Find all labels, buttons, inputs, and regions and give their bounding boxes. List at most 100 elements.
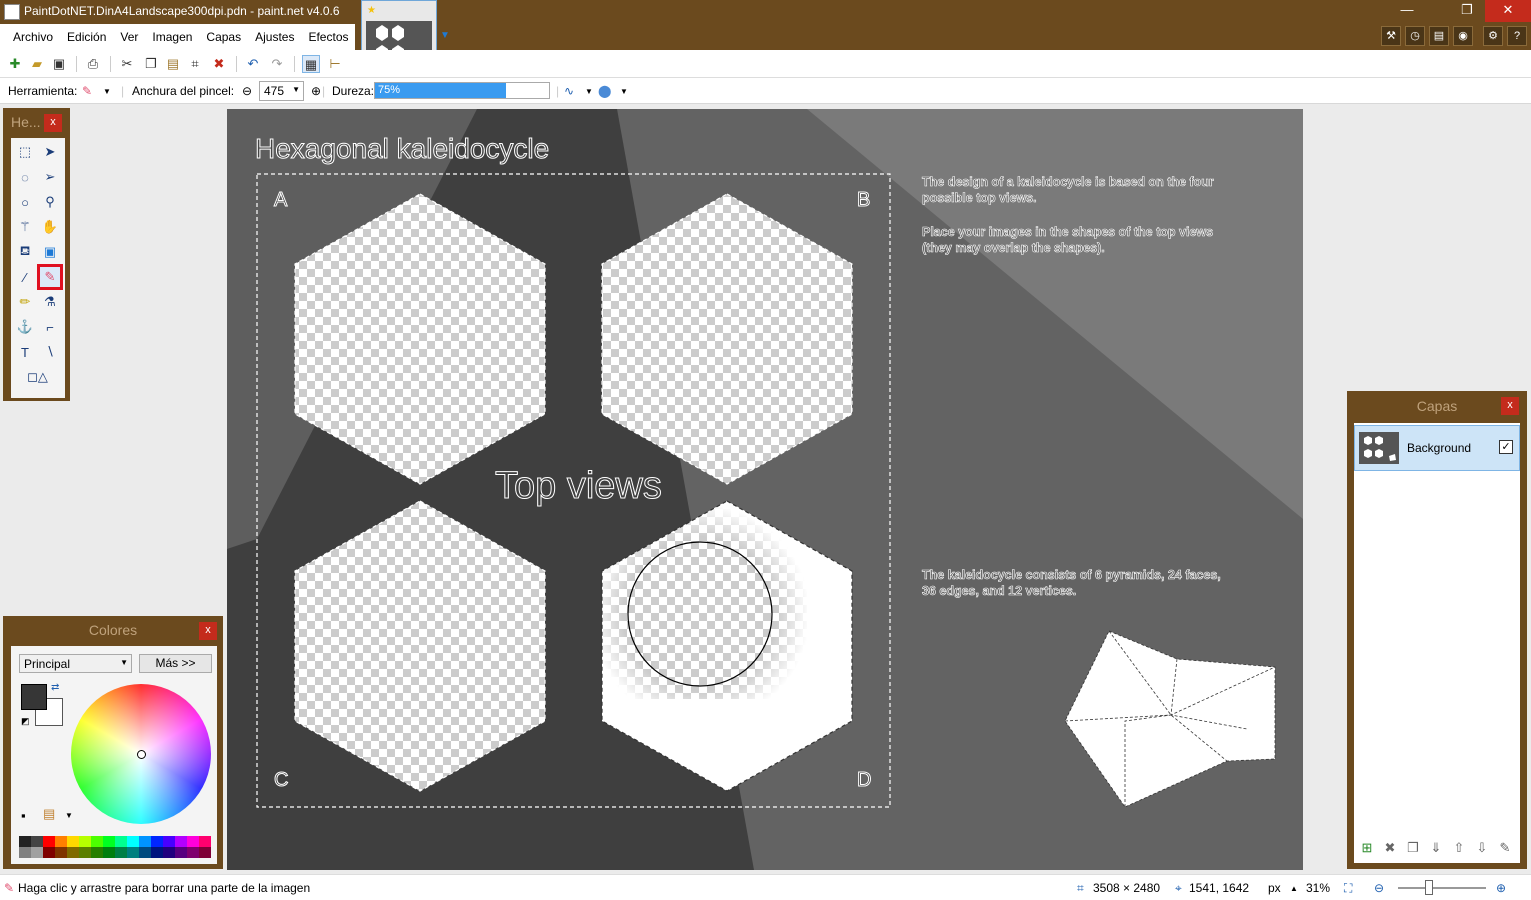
palette-swatch[interactable]	[139, 836, 151, 847]
palette-swatch[interactable]	[19, 836, 31, 847]
palette-swatch[interactable]	[55, 836, 67, 847]
close-button[interactable]: ✕	[1485, 0, 1531, 22]
hardness-slider[interactable]: 75%	[374, 82, 550, 99]
text-tool-icon[interactable]: T	[13, 340, 37, 364]
palette-swatch[interactable]	[187, 836, 199, 847]
menu-capas[interactable]: Capas	[199, 30, 248, 44]
palette-swatch[interactable]	[67, 847, 79, 858]
pan-tool-icon[interactable]: ✋	[38, 215, 62, 239]
tool-dropdown-icon[interactable]: ▼	[103, 87, 111, 96]
delete-layer-icon[interactable]: ✖	[1381, 839, 1399, 857]
palette-swatch[interactable]	[103, 847, 115, 858]
lasso-select-tool-icon[interactable]: ◌	[13, 165, 37, 189]
paste-icon[interactable]: ▤	[164, 55, 182, 73]
paint-bucket-tool-icon[interactable]: ⛾	[13, 240, 37, 264]
tools-window-toggle-icon[interactable]: ⚒	[1381, 26, 1401, 46]
palette-swatch[interactable]	[151, 847, 163, 858]
palette-swatch[interactable]	[151, 836, 163, 847]
zoom-tool-icon[interactable]: ⚲	[38, 190, 62, 214]
palette-swatch[interactable]	[163, 836, 175, 847]
decrease-brush-icon[interactable]: ⊖	[242, 84, 252, 98]
units-select[interactable]: px	[1268, 881, 1281, 895]
palette-swatch[interactable]	[31, 847, 43, 858]
duplicate-layer-icon[interactable]: ❐	[1404, 839, 1422, 857]
palette-swatch[interactable]	[55, 847, 67, 858]
palette-swatch[interactable]	[175, 847, 187, 858]
palette-swatch[interactable]	[163, 847, 175, 858]
reset-colors-icon[interactable]: ◩	[21, 716, 30, 727]
palette-swatch[interactable]	[199, 847, 211, 858]
menu-ver[interactable]: Ver	[113, 30, 145, 44]
new-file-icon[interactable]: ✚	[6, 55, 24, 73]
recolor-tool-icon[interactable]: ⌐	[38, 315, 62, 339]
gradient-tool-icon[interactable]: ▣	[38, 240, 62, 264]
line-curve-tool-icon[interactable]: ∖	[38, 340, 62, 364]
color-wheel[interactable]	[71, 684, 211, 824]
clone-stamp-tool-icon[interactable]: ⚓	[13, 315, 37, 339]
color-picker-tool-icon[interactable]: ⚗	[38, 290, 62, 314]
menu-edicion[interactable]: Edición	[60, 30, 113, 44]
ellipse-select-tool-icon[interactable]: ○	[13, 190, 37, 214]
rulers-icon[interactable]: ⊢	[326, 55, 344, 73]
image-canvas[interactable]: Hexagonal kaleidocycle A B C D Top views…	[227, 109, 1303, 870]
palette-swatch[interactable]	[91, 847, 103, 858]
zoom-slider-thumb[interactable]	[1425, 880, 1433, 895]
color-palette[interactable]	[19, 836, 211, 858]
paintbrush-tool-icon[interactable]: ⁄	[13, 265, 37, 289]
palette-swatch[interactable]	[115, 836, 127, 847]
add-layer-icon[interactable]: ⊞	[1358, 839, 1376, 857]
zoom-value[interactable]: 31%	[1306, 881, 1330, 895]
palette-dropdown-icon[interactable]: ▼	[65, 811, 73, 820]
palette-swatch[interactable]	[43, 847, 55, 858]
open-file-icon[interactable]: ▰	[28, 55, 46, 73]
maximize-button[interactable]: ❐	[1452, 0, 1482, 22]
blend-mode-icon[interactable]: ⬤	[598, 84, 611, 98]
tab-list-dropdown-icon[interactable]: ▼	[440, 30, 450, 41]
layer-properties-icon[interactable]: ✎	[1496, 839, 1514, 857]
brush-width-select[interactable]: 475 ▼	[259, 81, 304, 101]
units-dropdown-icon[interactable]: ▲	[1290, 884, 1298, 893]
shapes-tool-icon[interactable]: ◻△	[13, 365, 62, 389]
palette-swatch[interactable]	[115, 847, 127, 858]
palette-swatch[interactable]	[43, 836, 55, 847]
layers-window-close-button[interactable]: x	[1501, 397, 1519, 415]
settings-gear-icon[interactable]: ⚙	[1483, 26, 1503, 46]
palette-swatch[interactable]	[91, 836, 103, 847]
rectangle-select-tool-icon[interactable]: ⬚	[13, 140, 37, 164]
menu-efectos[interactable]: Efectos	[301, 30, 355, 44]
more-colors-button[interactable]: Más >>	[139, 654, 212, 673]
deselect-icon[interactable]: ✖	[210, 55, 228, 73]
increase-brush-icon[interactable]: ⊕	[311, 84, 321, 98]
zoom-out-icon[interactable]: ⊖	[1374, 881, 1384, 895]
menu-imagen[interactable]: Imagen	[145, 30, 199, 44]
palette-swatch[interactable]	[67, 836, 79, 847]
zoom-in-icon[interactable]: ⊕	[1496, 881, 1506, 895]
crop-to-selection-icon[interactable]: ⌗	[186, 55, 204, 73]
antialiasing-dropdown-icon[interactable]: ▼	[585, 87, 593, 96]
layer-visibility-checkbox[interactable]: ✓	[1499, 440, 1513, 454]
color-wheel-marker[interactable]	[137, 750, 146, 759]
palette-mode-select[interactable]: Principal ▼	[19, 654, 132, 673]
palette-swatch[interactable]	[127, 836, 139, 847]
grid-icon[interactable]: ▦	[302, 55, 320, 73]
copy-icon[interactable]: ❐	[142, 55, 160, 73]
palette-swatch[interactable]	[139, 847, 151, 858]
palette-swatch[interactable]	[79, 836, 91, 847]
palette-swatch[interactable]	[79, 847, 91, 858]
history-window-toggle-icon[interactable]: ◷	[1405, 26, 1425, 46]
help-icon[interactable]: ?	[1507, 26, 1527, 46]
colors-window-close-button[interactable]: x	[199, 622, 217, 640]
magic-wand-tool-icon[interactable]: ⚚	[13, 215, 37, 239]
save-icon[interactable]: ▣	[50, 55, 68, 73]
palette-menu-icon[interactable]: ▤	[43, 806, 55, 822]
move-selection-tool-icon[interactable]: ➢	[38, 165, 62, 189]
palette-swatch[interactable]	[175, 836, 187, 847]
eraser-tool-icon[interactable]: ✎	[37, 264, 63, 290]
redo-icon[interactable]: ↷	[268, 55, 286, 73]
cut-icon[interactable]: ✂	[118, 55, 136, 73]
primary-color-swatch[interactable]	[21, 684, 47, 710]
menu-ajustes[interactable]: Ajustes	[248, 30, 301, 44]
zoom-slider-track[interactable]	[1398, 887, 1486, 889]
menu-archivo[interactable]: Archivo	[6, 30, 60, 44]
add-to-palette-icon[interactable]: ▪	[21, 808, 26, 823]
